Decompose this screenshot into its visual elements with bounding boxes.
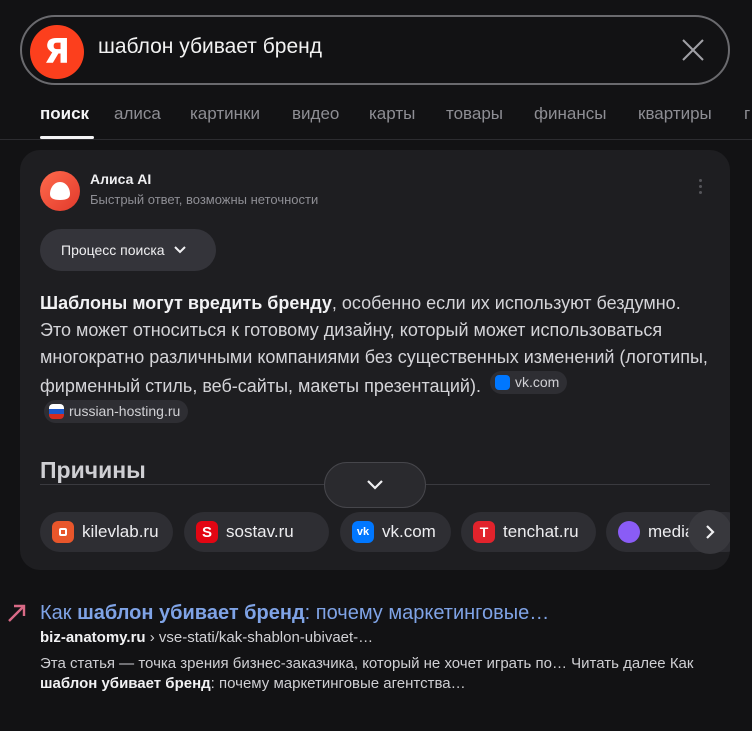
chip-label: sostav.ru <box>226 522 294 541</box>
tab-more[interactable]: г <box>744 104 750 124</box>
result-path: › vse-stati/kak-shablon-ubivaet-… <box>145 629 374 646</box>
tab-video[interactable]: видео <box>292 104 339 124</box>
tab-search[interactable]: поиск <box>40 104 89 124</box>
answer-text: Шаблоны могут вредить бренду, особенно е… <box>40 290 710 429</box>
result-url[interactable]: biz-anatomy.ru › vse-stati/kak-shablon-u… <box>40 629 373 646</box>
tab-finance[interactable]: финансы <box>534 104 606 124</box>
chip-label: kilevlab.ru <box>82 522 159 541</box>
snippet-part: Эта статья — точка зрения бизнес-заказчи… <box>40 655 694 672</box>
more-options-icon[interactable] <box>694 176 706 200</box>
snippet-part: : почему маркетинговые агентства… <box>210 675 466 692</box>
arrow-up-right-icon <box>8 604 26 622</box>
source-chip-sostav[interactable]: S sostav.ru <box>184 512 329 552</box>
chip-label: vk.com <box>382 522 436 541</box>
reasons-heading: Причины <box>40 457 146 483</box>
chips-next-button[interactable] <box>688 510 730 554</box>
chevron-right-icon <box>706 525 715 539</box>
search-process-button[interactable]: Процесс поиска <box>40 229 216 271</box>
source-chip-russian-hosting[interactable]: russian-hosting.ru <box>44 400 189 423</box>
tab-maps[interactable]: карты <box>369 104 415 124</box>
vk-icon: vk <box>352 521 374 543</box>
title-bold: шаблон убивает бренд <box>77 602 305 624</box>
source-chips-row: kilevlab.ru S sostav.ru vk vk.com T tenc… <box>40 512 730 552</box>
alice-answer-card: Алиса AI Быстрый ответ, возможны неточно… <box>20 150 730 570</box>
chip-label: tenchat.ru <box>503 522 579 541</box>
yandex-logo[interactable]: Я <box>30 25 84 79</box>
kilevlab-icon <box>52 521 74 543</box>
source-chip-vk[interactable]: vk vk.com <box>340 512 451 552</box>
search-process-label: Процесс поиска <box>61 242 165 258</box>
tab-images[interactable]: картинки <box>190 104 260 124</box>
tab-products[interactable]: товары <box>446 104 503 124</box>
snippet-bold: шаблон убивает бренд <box>40 675 211 692</box>
result-domain: biz-anatomy.ru <box>40 629 146 646</box>
search-input[interactable]: шаблон убивает бренд <box>98 35 322 59</box>
vk-icon <box>494 375 510 390</box>
source-label: vk.com <box>514 374 560 390</box>
title-suffix: : почему маркетинговые… <box>304 602 550 624</box>
title-prefix: Как <box>40 602 78 624</box>
search-tabs: поиск алиса картинки видео карты товары … <box>0 96 752 140</box>
chevron-down-icon <box>173 246 186 254</box>
chevron-down-icon <box>367 480 383 490</box>
source-chip-kilevlab[interactable]: kilevlab.ru <box>40 512 173 552</box>
search-bar[interactable]: Я шаблон убивает бренд <box>20 15 730 85</box>
source-chip-vk[interactable]: vk.com <box>489 371 568 394</box>
sostav-icon: S <box>196 521 218 543</box>
source-label: russian-hosting.ru <box>69 403 181 419</box>
alice-subtitle: Быстрый ответ, возможны неточности <box>90 192 319 207</box>
alice-name: Алиса AI <box>90 171 152 187</box>
tab-apartments[interactable]: квартиры <box>638 104 712 124</box>
result-snippet: Эта статья — точка зрения бизнес-заказчи… <box>40 654 730 694</box>
tenchat-icon: T <box>473 521 495 543</box>
result-title-link[interactable]: Как шаблон убивает бренд: почему маркети… <box>40 602 549 625</box>
answer-bold: Шаблоны могут вредить бренду <box>40 293 332 313</box>
russian-flag-icon <box>49 404 64 419</box>
tab-alice[interactable]: алиса <box>114 104 161 124</box>
alice-icon <box>40 171 80 211</box>
active-tab-indicator <box>40 136 94 139</box>
medium-icon <box>618 521 640 543</box>
close-icon[interactable] <box>680 37 706 63</box>
expand-answer-button[interactable] <box>324 462 426 508</box>
source-chip-tenchat[interactable]: T tenchat.ru <box>461 512 596 552</box>
